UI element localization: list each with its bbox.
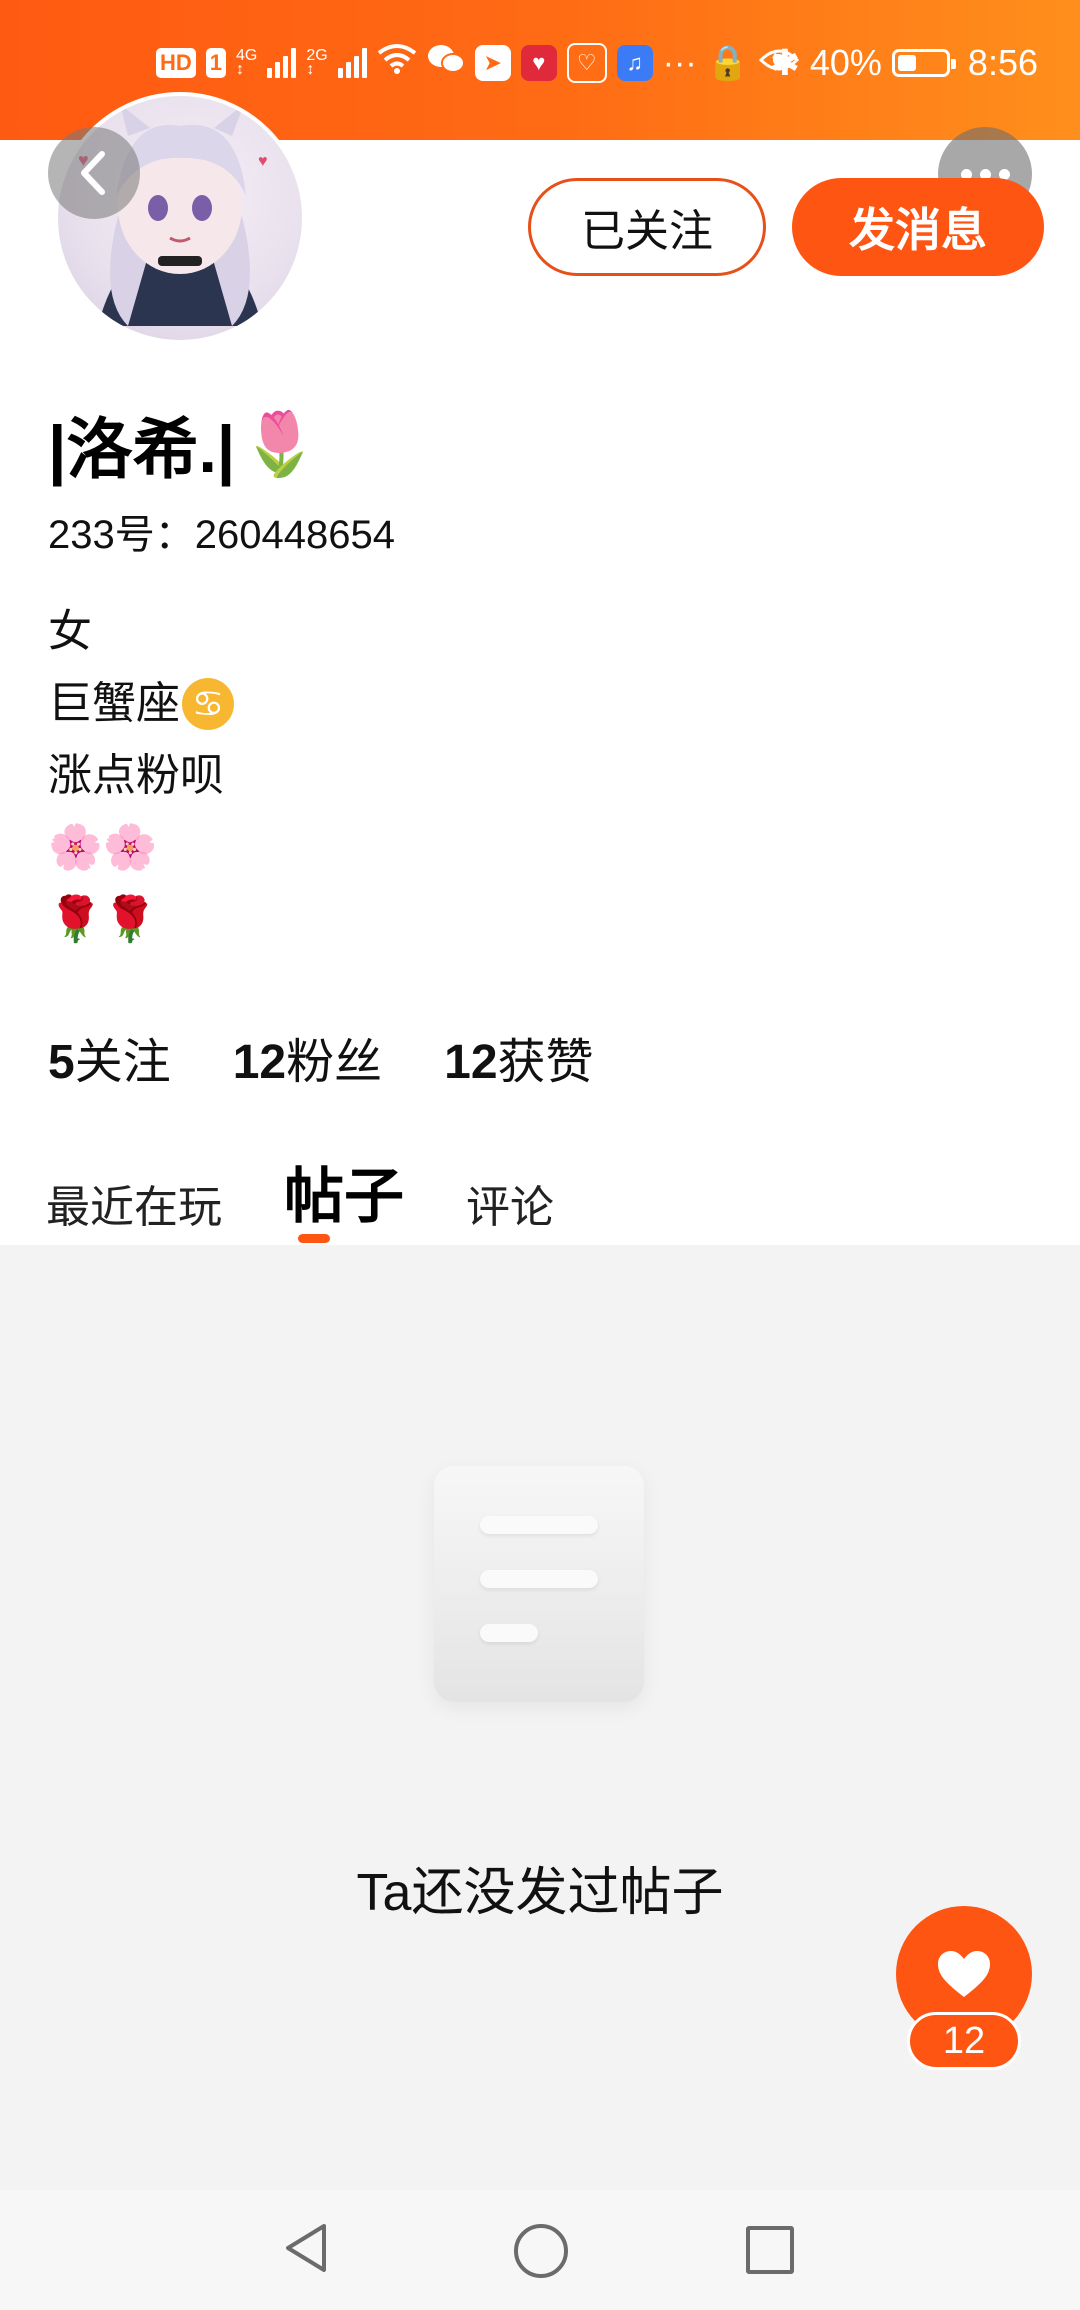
bio-line: 巨蟹座 <box>48 679 180 728</box>
music-icon: ♫ <box>616 45 653 81</box>
empty-state-message: Ta还没发过帖子 <box>356 1864 724 1922</box>
heart-icon <box>938 1951 990 1997</box>
svg-text:♥: ♥ <box>258 153 268 170</box>
bio-text: 涨点粉呗 <box>48 740 234 812</box>
app-icon-heart: ♥ <box>520 45 557 81</box>
following-button[interactable]: 已关注 <box>528 178 766 276</box>
signal-icon-2 <box>337 48 367 78</box>
vpn-icon: 🔒 <box>706 44 750 82</box>
followers-stat[interactable]: 12粉丝 <box>233 1022 382 1092</box>
profile-tabs: 最近在玩 帖子 评论 <box>46 1148 554 1235</box>
bluetooth-icon: ✱ <box>769 42 800 83</box>
signal-icon <box>267 48 297 78</box>
app-icon: ➤ <box>474 45 511 81</box>
following-label: 关注 <box>74 1036 171 1089</box>
username: |洛希.| 🌷 <box>48 396 318 492</box>
app-icon-health: ♡ <box>566 43 607 83</box>
rose-icon: 🌹🌹 <box>48 895 158 944</box>
tab-posts[interactable]: 帖子 <box>284 1148 404 1235</box>
clock: 8:56 <box>967 42 1038 83</box>
cancer-zodiac-icon: ♋ <box>182 678 234 730</box>
user-id: 233号：260448654 <box>48 513 395 557</box>
status-left-icons: HD 1 4G ↕ 2G ↕ ➤ ♥ ♡ ♫ ··· 🔒 <box>156 38 800 88</box>
network-2g-icon: 2G ↕ <box>306 47 328 78</box>
bio-roses: 🌹🌹 <box>48 884 234 956</box>
tulip-emoji: 🌷 <box>241 409 319 479</box>
doc-line <box>480 1516 598 1534</box>
send-message-button[interactable]: 发消息 <box>792 178 1044 276</box>
battery-fill <box>897 55 916 71</box>
back-arrow-icon <box>81 151 105 195</box>
battery-icon <box>891 49 956 77</box>
tab-recently-played[interactable]: 最近在玩 <box>46 1171 222 1235</box>
doc-line <box>480 1570 598 1588</box>
status-right: ✱ 40% 8:56 <box>770 36 1038 90</box>
cherry-blossom-icon: 🌸🌸 <box>48 823 158 872</box>
recent-square-icon[interactable] <box>746 2226 794 2274</box>
like-count-badge: 12 <box>907 2012 1021 2070</box>
tab-comments[interactable]: 评论 <box>466 1171 554 1235</box>
username-text: |洛希.| <box>48 412 236 486</box>
followers-count: 12 <box>232 1036 287 1089</box>
bio-line: 女 <box>48 607 92 656</box>
battery-percent: 40% <box>809 42 882 83</box>
following-count: 5 <box>48 1036 75 1089</box>
wechat-icon <box>427 43 465 84</box>
wifi-icon <box>377 43 417 84</box>
likes-label: 获赞 <box>497 1036 594 1089</box>
followers-label: 粉丝 <box>286 1036 383 1089</box>
doc-line <box>480 1624 538 1642</box>
bio-flowers: 🌸🌸 <box>48 812 234 884</box>
bio-gender: 女 <box>48 596 234 668</box>
more-notifications-icon: ··· <box>662 43 697 82</box>
back-button[interactable] <box>48 127 140 219</box>
network-4g-icon: 4G ↕ <box>236 47 258 78</box>
home-circle-icon[interactable] <box>514 2224 568 2278</box>
likes-count: 12 <box>444 1036 498 1089</box>
likes-stat[interactable]: 12获赞 <box>444 1022 593 1092</box>
hd-icon: HD <box>156 48 196 78</box>
following-stat[interactable]: 5关注 <box>48 1022 171 1092</box>
bio-line: 涨点粉呗 <box>48 751 224 800</box>
back-triangle-icon <box>286 2224 326 2272</box>
bio: 女 巨蟹座 ♋ 涨点粉呗 🌸🌸 🌹🌹 <box>48 596 234 956</box>
bio-zodiac: 巨蟹座 ♋ <box>48 668 234 740</box>
active-tab-indicator <box>298 1234 330 1243</box>
nav-back-button[interactable] <box>282 2222 330 2279</box>
sim-icon: 1 <box>205 48 227 78</box>
profile-stats: 5关注 12粉丝 12获赞 <box>48 1022 594 1092</box>
empty-document-icon <box>434 1466 644 1702</box>
